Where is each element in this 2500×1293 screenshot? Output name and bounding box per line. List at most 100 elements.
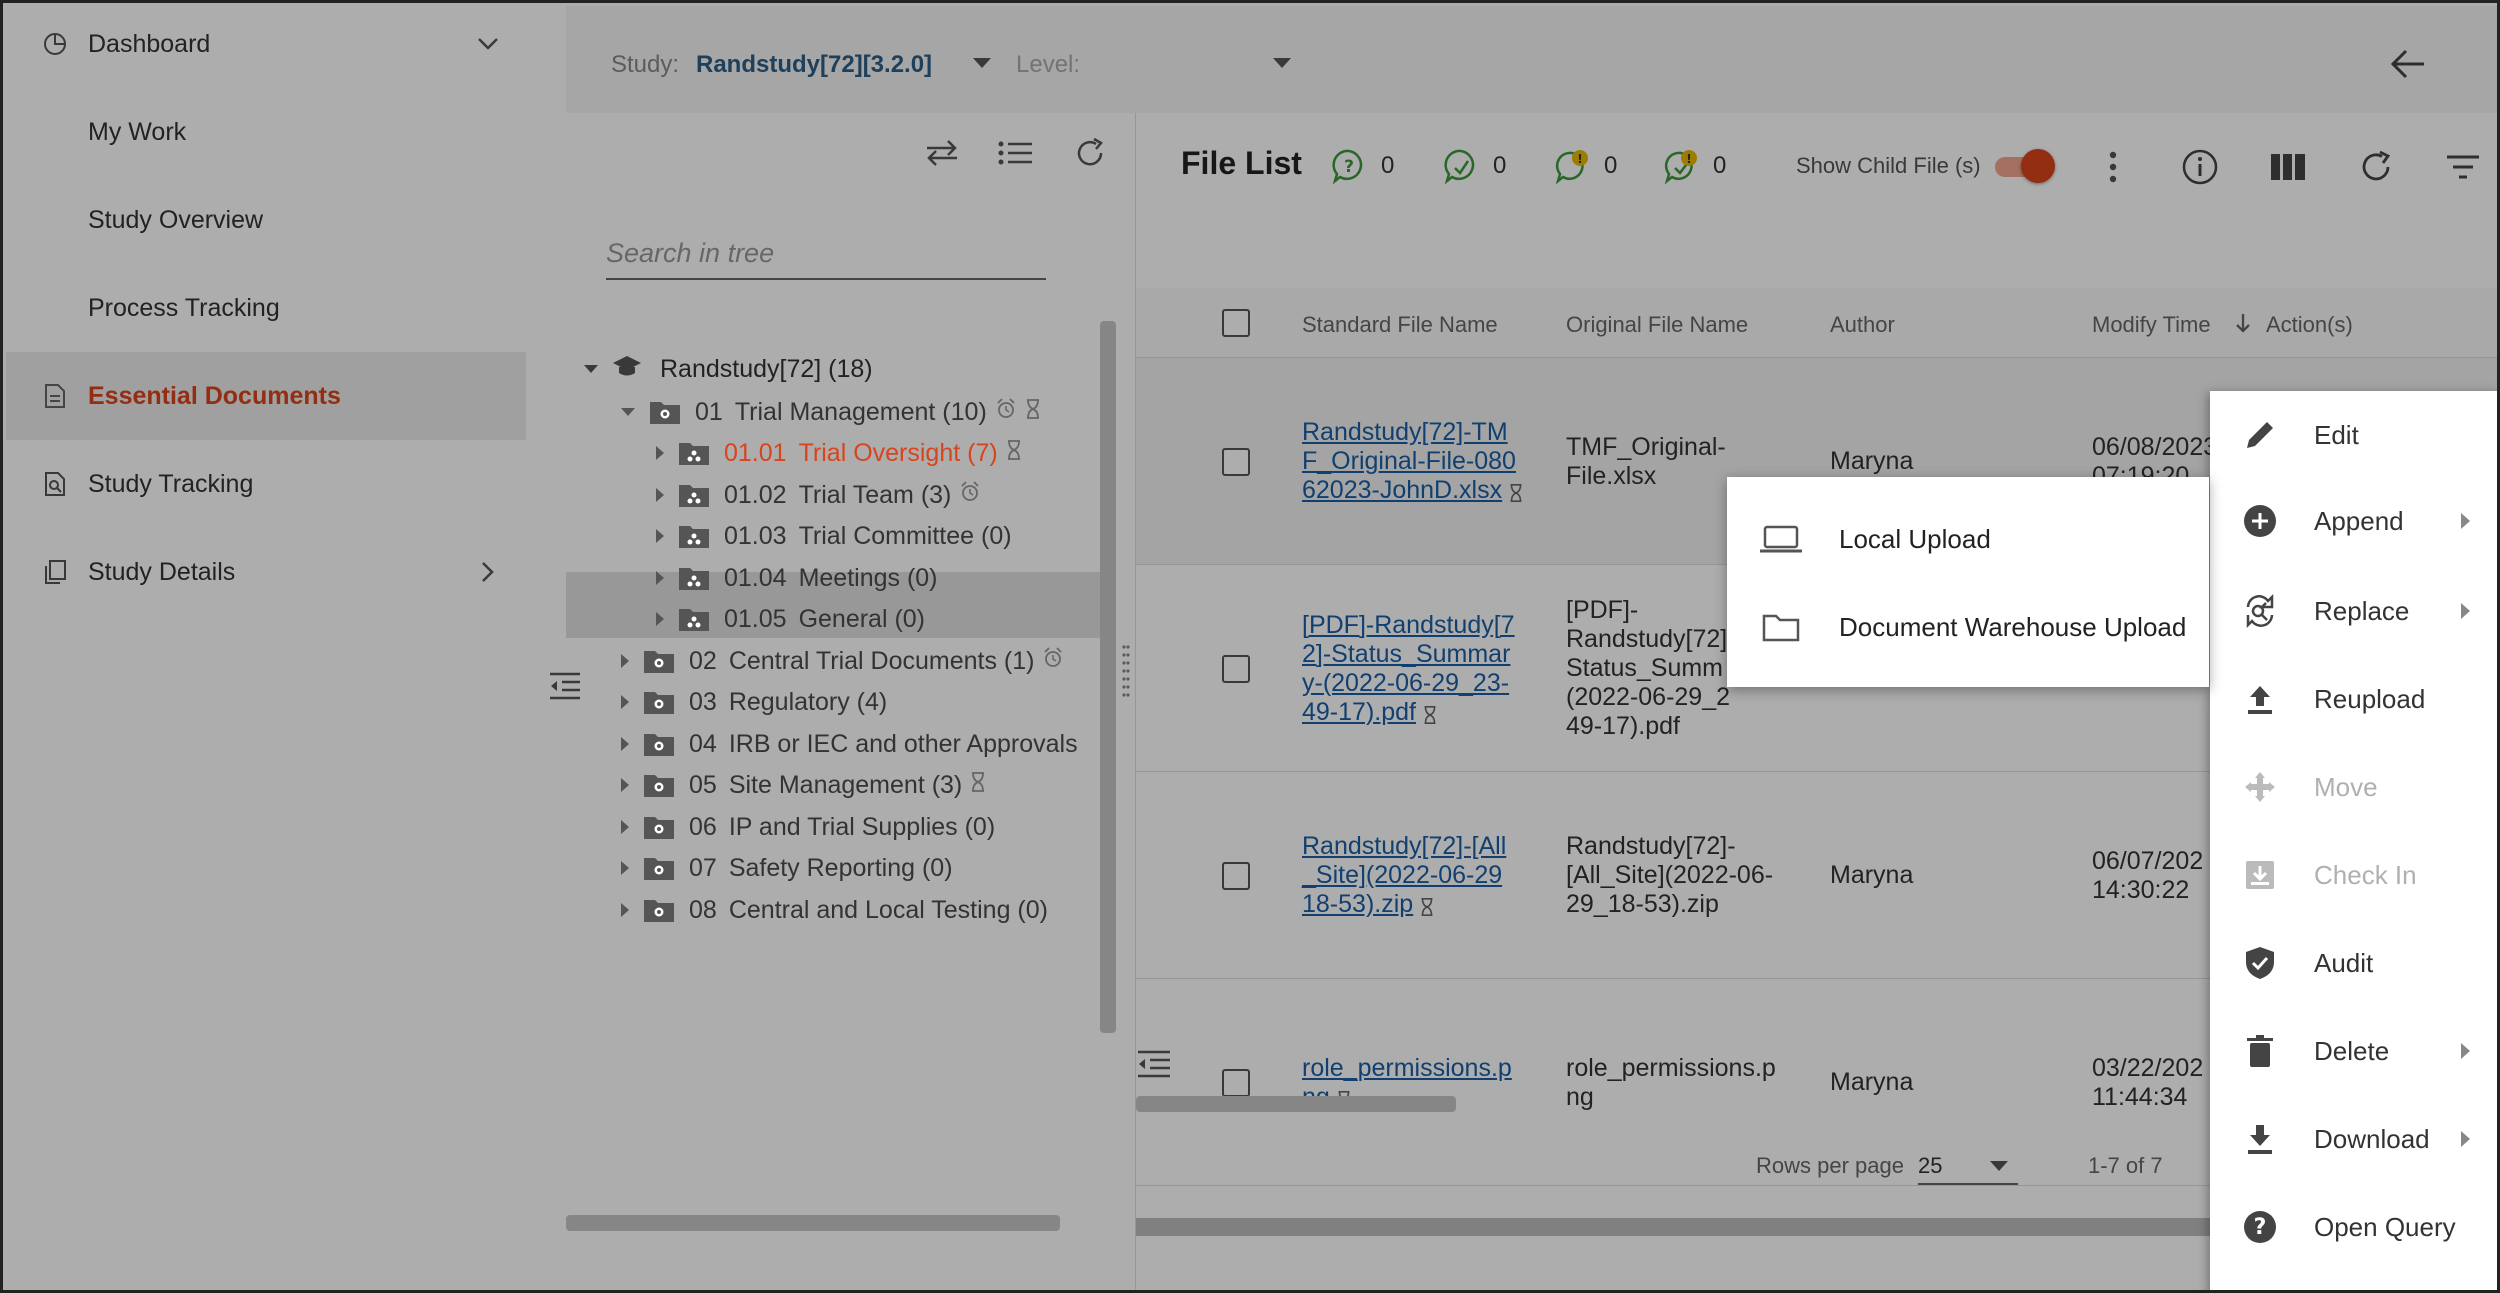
submenu-arrow-icon (2461, 513, 2470, 529)
app-window: Dashboard My Work Study Overview Process… (0, 0, 2500, 1293)
menu-item-append-active[interactable]: Append (2210, 477, 2497, 565)
folder-icon (678, 523, 710, 549)
menu-item-label: Reupload (2314, 683, 2426, 714)
expand-node-icon[interactable] (621, 737, 629, 751)
tree-node-label: IP and Trial Supplies (0) (728, 812, 996, 841)
tree-node-01[interactable]: 01 Trial Management (10) (621, 392, 1041, 432)
expand-node-icon[interactable] (656, 612, 664, 626)
folder-icon (1759, 605, 1803, 649)
tree-node-code: 01.03 (724, 521, 787, 550)
menu-item-download[interactable]: Download (2210, 1095, 2497, 1183)
hourglass-icon (970, 771, 986, 800)
hourglass-icon (1006, 439, 1022, 468)
submenu-item-label: Local Upload (1839, 523, 1991, 554)
expand-node-icon[interactable] (656, 529, 664, 543)
folder-icon (643, 648, 675, 674)
tree-node-04[interactable]: 04 IRB or IEC and other Approvals (621, 724, 1078, 764)
local-upload-option[interactable]: Local Upload (1727, 495, 2209, 583)
add-circle-icon (2240, 501, 2280, 541)
tree-node-code: 08 (689, 895, 717, 924)
menu-item-label: Delete (2314, 1035, 2390, 1066)
folder-icon (643, 897, 675, 923)
tree-node-label: Central Trial Documents (1) (728, 646, 1035, 675)
expand-node-icon[interactable] (621, 654, 629, 668)
folder-icon (678, 482, 710, 508)
tree-node-code: 01.04 (724, 563, 787, 592)
tree-node-code: 02 (689, 646, 717, 675)
tree-node-label: Trial Team (3) (798, 480, 952, 509)
alarm-icon (995, 397, 1017, 428)
hourglass-icon (1025, 398, 1041, 427)
alarm-icon (1042, 646, 1064, 677)
tree-node-code: 01.05 (724, 604, 787, 633)
menu-item-audit[interactable]: Audit (2210, 919, 2497, 1007)
folder-icon (678, 606, 710, 632)
tree-node-07[interactable]: 07 Safety Reporting (0) (621, 848, 953, 888)
shield-check-icon (2240, 943, 2280, 983)
tree-node-label: Meetings (0) (798, 563, 938, 592)
expand-node-icon[interactable] (621, 695, 629, 709)
submenu-arrow-icon (2461, 1043, 2470, 1059)
tree-node-01-04[interactable]: 01.04 Meetings (0) (656, 558, 938, 598)
expand-node-icon[interactable] (621, 820, 629, 834)
tree-node-01-05[interactable]: 01.05 General (0) (656, 599, 925, 639)
tree-node-01-03[interactable]: 01.03 Trial Committee (0) (656, 516, 1012, 556)
folder-icon (649, 399, 681, 425)
tree-node-label: Trial Management (10) (734, 397, 987, 426)
menu-item-reupload[interactable]: Reupload (2210, 655, 2497, 743)
tree-node-03[interactable]: 03 Regulatory (4) (621, 682, 887, 722)
menu-item-check-in: Check In (2210, 831, 2497, 919)
menu-item-replace[interactable]: Replace (2210, 567, 2497, 655)
expand-node-icon[interactable] (656, 446, 664, 460)
tree-node-01-01[interactable]: 01.01 Trial Oversight (7) (656, 433, 1022, 473)
tree-node-label: Central and Local Testing (0) (728, 895, 1048, 924)
folder-icon (678, 440, 710, 466)
menu-item-label: Append (2314, 505, 2404, 536)
move-icon (2240, 767, 2280, 807)
tree-node-05[interactable]: 05 Site Management (3) (621, 765, 986, 805)
folder-icon (678, 565, 710, 591)
tree-node-code: 01.02 (724, 480, 787, 509)
menu-item-open-query[interactable]: ? Open Query (2210, 1183, 2497, 1271)
folder-icon (643, 772, 675, 798)
tree-node-code: 06 (689, 812, 717, 841)
tree-node-06[interactable]: 06 IP and Trial Supplies (0) (621, 807, 995, 847)
menu-item-label: Edit (2314, 419, 2359, 450)
tree-node-02[interactable]: 02 Central Trial Documents (1) (621, 641, 1064, 681)
folder-icon (643, 731, 675, 757)
tree-node-label: IRB or IEC and other Approvals (728, 729, 1078, 758)
submenu-arrow-icon (2461, 1131, 2470, 1147)
tree-node-label: Safety Reporting (0) (728, 853, 953, 882)
tree-node-label: Regulatory (4) (728, 687, 888, 716)
menu-item-edit[interactable]: Edit (2210, 391, 2497, 479)
trash-icon (2240, 1031, 2280, 1071)
check-in-icon (2240, 855, 2280, 895)
tree-node-code: 07 (689, 853, 717, 882)
expand-node-icon[interactable] (621, 903, 629, 917)
folder-icon (643, 855, 675, 881)
tree-node-code: 05 (689, 770, 717, 799)
menu-item-label: Move (2314, 771, 2378, 802)
tree-node-label: Trial Committee (0) (798, 521, 1012, 550)
replace-icon (2240, 591, 2280, 631)
expand-node-icon[interactable] (656, 571, 664, 585)
tree-node-08[interactable]: 08 Central and Local Testing (0) (621, 890, 1048, 930)
expand-node-icon[interactable] (656, 488, 664, 502)
tree-node-01-02[interactable]: 01.02 Trial Team (3) (656, 475, 981, 515)
tree-node-label: General (0) (798, 604, 926, 633)
upload-icon (2240, 679, 2280, 719)
document-warehouse-upload-option[interactable]: Document Warehouse Upload (1727, 583, 2209, 671)
tree-node-code: 01.01 (724, 438, 787, 467)
expand-node-icon[interactable] (621, 778, 629, 792)
folder-icon (643, 689, 675, 715)
menu-item-move: Move (2210, 743, 2497, 831)
pencil-icon (2240, 415, 2280, 455)
submenu-arrow-icon (2461, 603, 2470, 619)
expand-node-icon[interactable] (621, 861, 629, 875)
download-icon (2240, 1119, 2280, 1159)
menu-item-label: Replace (2314, 595, 2410, 626)
menu-item-delete[interactable]: Delete (2210, 1007, 2497, 1095)
collapse-node-icon[interactable] (621, 408, 635, 416)
tree-node-label: Trial Oversight (7) (798, 438, 998, 467)
alarm-icon (959, 480, 981, 511)
